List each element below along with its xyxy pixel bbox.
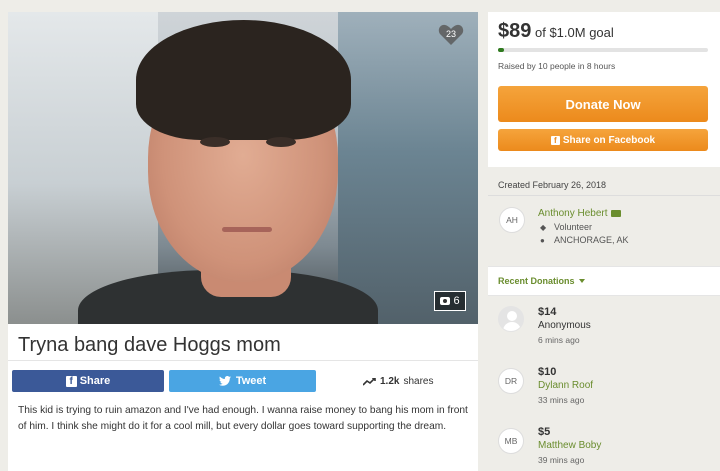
divider — [8, 360, 478, 361]
envelope-icon[interactable] — [610, 210, 621, 217]
recent-donations-label: Recent Donations — [498, 276, 575, 286]
organizer-avatar: AH — [499, 207, 525, 233]
organizer-location: ANCHORAGE, AK — [554, 235, 629, 245]
share-count: 1.2k shares — [363, 376, 433, 387]
facebook-share-label: Share — [79, 375, 111, 387]
divider — [488, 195, 720, 196]
share-on-facebook-button[interactable]: f Share on Facebook — [498, 129, 708, 151]
trending-icon — [363, 377, 376, 386]
campaign-title: Tryna bang dave Hoggs mom — [18, 334, 281, 356]
twitter-icon — [218, 376, 231, 386]
photo-gallery-button[interactable]: 6 — [434, 291, 466, 311]
organizer-link[interactable]: Anthony Hebert — [538, 208, 621, 219]
camera-icon — [440, 297, 451, 305]
facebook-icon: f — [550, 135, 560, 145]
photo-subject-eye — [200, 137, 230, 147]
tweet-label: Tweet — [235, 375, 267, 387]
photo-subject-hair — [136, 20, 351, 140]
shares-label: shares — [403, 376, 434, 387]
goal-text: of $1.0M goal — [535, 25, 614, 40]
donation-amount: $14 — [538, 306, 557, 318]
organizer-location-row: ● ANCHORAGE, AK — [540, 235, 629, 245]
donation-amount: $10 — [538, 366, 557, 378]
photo-background — [338, 12, 478, 324]
raised-by-text: Raised by 10 people in 8 hours — [498, 61, 616, 71]
amount-raised: $89 of $1.0M goal — [498, 20, 614, 43]
campaign-photo[interactable]: 23 6 — [8, 12, 478, 324]
photo-subject-eye — [266, 137, 296, 147]
campaign-story: This kid is trying to ruin amazon and I'… — [18, 405, 468, 432]
donor-avatar: MB — [498, 428, 524, 454]
donation-time: 6 mins ago — [538, 335, 580, 345]
photo-count: 6 — [453, 295, 460, 307]
organizer-role: Volunteer — [554, 222, 593, 232]
shares-number: 1.2k — [380, 376, 400, 387]
donation-time: 39 mins ago — [538, 455, 585, 465]
recent-donations-header[interactable]: Recent Donations — [488, 266, 720, 296]
caret-down-icon — [578, 279, 585, 283]
heart-count: 23 — [445, 29, 456, 39]
donate-now-button[interactable]: Donate Now — [498, 86, 708, 122]
tweet-button[interactable]: Tweet — [169, 370, 316, 392]
organizer-role-row: ◆ Volunteer — [540, 222, 592, 232]
donor-avatar: DR — [498, 368, 524, 394]
donation-amount: $5 — [538, 426, 551, 438]
progress-fill — [498, 48, 505, 52]
donor-name: Anonymous — [538, 320, 591, 331]
campaign-card: 23 6 Tryna bang dave Hoggs mom f Share T… — [8, 12, 478, 471]
tag-icon: ◆ — [540, 222, 547, 232]
donation-time: 33 mins ago — [538, 395, 585, 405]
anonymous-avatar-icon — [498, 306, 524, 332]
donor-name[interactable]: Dylann Roof — [538, 380, 593, 391]
location-pin-icon: ● — [540, 235, 545, 245]
donation-item: $14 Anonymous 6 mins ago — [488, 306, 720, 364]
organizer-name: Anthony Hebert — [538, 208, 608, 219]
facebook-share-button[interactable]: f Share — [12, 370, 164, 392]
donation-summary-card: $89 of $1.0M goal Raised by 10 people in… — [488, 12, 720, 167]
raised-amount: $89 — [498, 20, 532, 42]
heart-button[interactable]: 23 — [438, 24, 464, 46]
recent-donations-toggle[interactable]: Recent Donations — [498, 276, 585, 286]
progress-bar — [498, 48, 708, 52]
donation-item: DR $10 Dylann Roof 33 mins ago — [488, 366, 720, 424]
share-on-facebook-label: Share on Facebook — [562, 134, 656, 146]
donor-name[interactable]: Matthew Boby — [538, 440, 601, 451]
created-date: Created February 26, 2018 — [498, 180, 607, 190]
photo-subject-mouth — [222, 227, 272, 232]
donation-item: MB $5 Matthew Boby 39 mins ago — [488, 426, 720, 471]
facebook-icon: f — [65, 375, 77, 387]
